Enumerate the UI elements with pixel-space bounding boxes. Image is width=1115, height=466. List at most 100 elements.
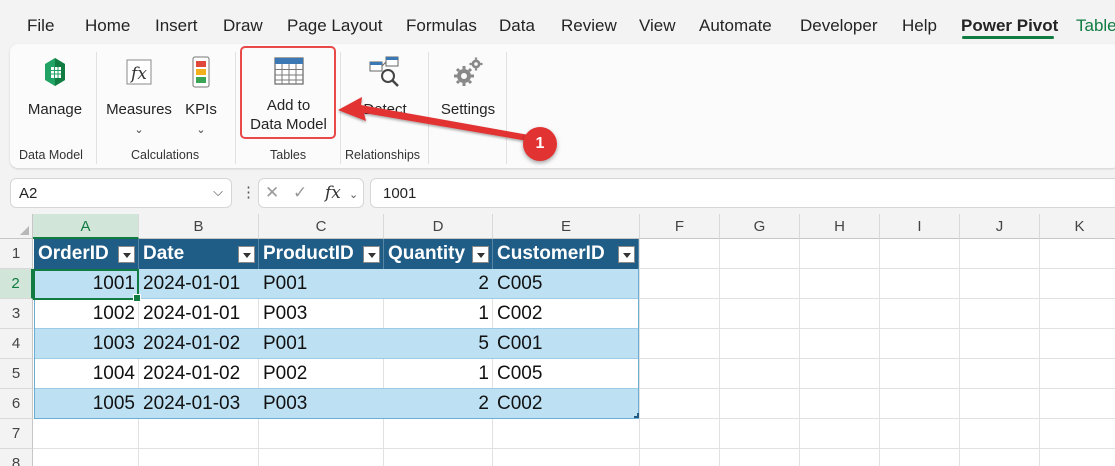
column-header-e[interactable]: E bbox=[493, 214, 640, 239]
tab-help[interactable]: Help bbox=[902, 16, 937, 36]
tab-page-layout[interactable]: Page Layout bbox=[287, 16, 382, 36]
column-header-g[interactable]: G bbox=[720, 214, 800, 239]
tab-data[interactable]: Data bbox=[499, 16, 535, 36]
group-label-tables: Tables bbox=[270, 148, 307, 162]
table-header-quantity[interactable]: Quantity bbox=[384, 239, 493, 269]
table-cell[interactable]: P003 bbox=[259, 389, 384, 419]
table-cell[interactable]: 2024-01-03 bbox=[139, 389, 259, 419]
tab-table[interactable]: Table bbox=[1076, 16, 1115, 36]
settings-label: Settings bbox=[440, 101, 496, 118]
table-header-orderid[interactable]: OrderID bbox=[34, 239, 139, 269]
filter-dropdown-icon[interactable] bbox=[363, 246, 380, 263]
table-cell[interactable]: 2024-01-02 bbox=[139, 329, 259, 359]
filter-dropdown-icon[interactable] bbox=[118, 246, 135, 263]
row-header-4[interactable]: 4 bbox=[0, 329, 33, 359]
measures-button[interactable]: fx Measures ⌄ bbox=[104, 54, 174, 140]
table-cell[interactable]: 1 bbox=[384, 299, 493, 329]
active-tab-indicator bbox=[962, 36, 1054, 39]
chevron-down-icon[interactable]: ⌄ bbox=[349, 188, 358, 201]
column-header-a[interactable]: A bbox=[33, 214, 139, 239]
tab-draw[interactable]: Draw bbox=[223, 16, 263, 36]
table-cell[interactable]: 1003 bbox=[34, 329, 139, 359]
filter-dropdown-icon[interactable] bbox=[238, 246, 255, 263]
tab-automate[interactable]: Automate bbox=[699, 16, 772, 36]
formula-bar: A2 ⌵ ⋮ ✕ ✓ fx ⌄ 1001 bbox=[0, 174, 1115, 212]
tab-power-pivot[interactable]: Power Pivot bbox=[961, 16, 1058, 36]
column-header-k[interactable]: K bbox=[1040, 214, 1115, 239]
filter-dropdown-icon[interactable] bbox=[618, 246, 635, 263]
chevron-down-icon[interactable]: ⌵ bbox=[213, 184, 223, 200]
function-icon: fx bbox=[126, 59, 152, 85]
table-cell[interactable]: 5 bbox=[384, 329, 493, 359]
kpis-button[interactable]: KPIs ⌄ bbox=[178, 54, 224, 140]
table-header-date[interactable]: Date bbox=[139, 239, 259, 269]
table-cell[interactable]: C002 bbox=[493, 389, 639, 419]
row-header-7[interactable]: 7 bbox=[0, 419, 33, 449]
name-box[interactable]: A2 ⌵ bbox=[10, 178, 232, 208]
tab-formulas[interactable]: Formulas bbox=[406, 16, 477, 36]
svg-text:fx: fx bbox=[129, 64, 147, 84]
table-cell[interactable]: C002 bbox=[493, 299, 639, 329]
more-options-icon[interactable]: ⋮ bbox=[241, 183, 256, 201]
detect-relationships-icon bbox=[369, 56, 399, 87]
worksheet-grid[interactable]: A B C D E F G H I J K 1 2 3 4 5 6 7 8 Or… bbox=[0, 214, 1115, 466]
detect-button[interactable]: Detect bbox=[355, 54, 415, 119]
measures-label: Measures bbox=[106, 101, 172, 118]
row-header-8[interactable]: 8 bbox=[0, 449, 33, 466]
table-cell[interactable]: P001 bbox=[259, 269, 384, 299]
table-cell[interactable]: 1 bbox=[384, 359, 493, 389]
table-header-productid[interactable]: ProductID bbox=[259, 239, 384, 269]
column-header-j[interactable]: J bbox=[960, 214, 1040, 239]
header-label: OrderID bbox=[38, 243, 109, 264]
tab-home[interactable]: Home bbox=[85, 16, 130, 36]
column-header-h[interactable]: H bbox=[800, 214, 880, 239]
tab-view[interactable]: View bbox=[639, 16, 676, 36]
column-header-i[interactable]: I bbox=[880, 214, 960, 239]
column-header-b[interactable]: B bbox=[139, 214, 259, 239]
filter-dropdown-icon[interactable] bbox=[472, 246, 489, 263]
table-cell[interactable]: P001 bbox=[259, 329, 384, 359]
select-all-button[interactable] bbox=[0, 214, 33, 239]
insert-function-icon[interactable]: fx bbox=[325, 183, 341, 203]
table-cell[interactable]: 2 bbox=[384, 389, 493, 419]
row-header-6[interactable]: 6 bbox=[0, 389, 33, 419]
active-cell-indicator bbox=[33, 269, 141, 302]
table-cell[interactable]: C005 bbox=[493, 359, 639, 389]
row-header-1[interactable]: 1 bbox=[0, 239, 33, 269]
enter-check-icon[interactable]: ✓ bbox=[293, 183, 307, 203]
table-cell[interactable]: P002 bbox=[259, 359, 384, 389]
table-cell[interactable]: 1002 bbox=[34, 299, 139, 329]
column-header-c[interactable]: C bbox=[259, 214, 384, 239]
tab-review[interactable]: Review bbox=[561, 16, 617, 36]
row-header-5[interactable]: 5 bbox=[0, 359, 33, 389]
table-cell[interactable]: 2024-01-01 bbox=[139, 269, 259, 299]
manage-button[interactable]: Manage bbox=[20, 54, 90, 119]
cancel-icon[interactable]: ✕ bbox=[265, 183, 279, 203]
tab-file[interactable]: File bbox=[27, 16, 54, 36]
table-cell[interactable]: 2024-01-02 bbox=[139, 359, 259, 389]
detect-label: Detect bbox=[363, 101, 407, 118]
table-cell[interactable]: 2024-01-01 bbox=[139, 299, 259, 329]
table-cell[interactable]: 2 bbox=[384, 269, 493, 299]
tab-insert[interactable]: Insert bbox=[155, 16, 198, 36]
table-cell[interactable]: P003 bbox=[259, 299, 384, 329]
gear-icon bbox=[454, 57, 483, 86]
table-cell[interactable]: C001 bbox=[493, 329, 639, 359]
table-cell[interactable]: 1004 bbox=[34, 359, 139, 389]
header-label: Date bbox=[143, 243, 185, 264]
table-header-customerid[interactable]: CustomerID bbox=[493, 239, 639, 269]
group-label-data-model: Data Model bbox=[19, 148, 83, 162]
row-header-3[interactable]: 3 bbox=[0, 299, 33, 329]
table-cell[interactable]: C005 bbox=[493, 269, 639, 299]
gridline bbox=[33, 448, 1115, 449]
table-resize-handle[interactable] bbox=[634, 413, 639, 418]
tab-developer[interactable]: Developer bbox=[800, 16, 878, 36]
column-header-f[interactable]: F bbox=[640, 214, 720, 239]
row-header-2[interactable]: 2 bbox=[0, 269, 33, 299]
table-cell[interactable]: 1005 bbox=[34, 389, 139, 419]
column-header-d[interactable]: D bbox=[384, 214, 493, 239]
formula-input[interactable]: 1001 bbox=[370, 178, 1115, 208]
settings-button[interactable]: Settings bbox=[436, 54, 500, 119]
ribbon-separator bbox=[506, 52, 507, 164]
header-label: Quantity bbox=[388, 243, 466, 264]
